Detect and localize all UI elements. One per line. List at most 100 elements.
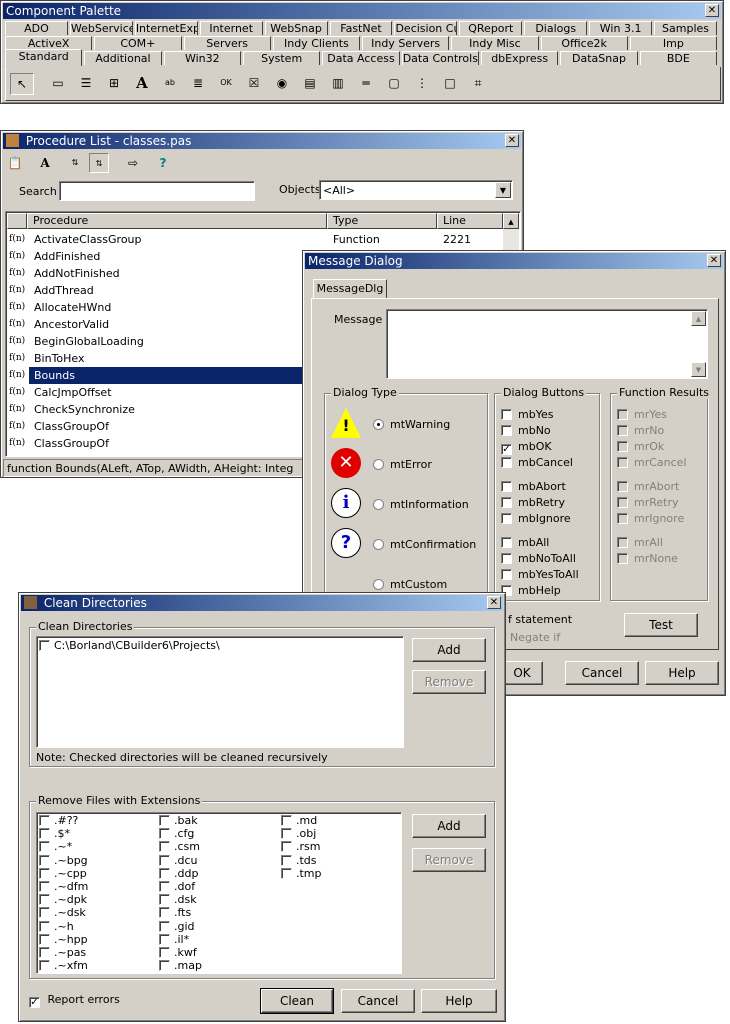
tab-samples[interactable]: Samples bbox=[654, 21, 717, 35]
help-button[interactable]: Help bbox=[421, 989, 497, 1013]
checkbox[interactable] bbox=[501, 409, 512, 420]
tab-additional[interactable]: Additional bbox=[84, 51, 162, 65]
tab-standard[interactable]: Standard bbox=[5, 49, 83, 66]
edit-icon[interactable]: ab bbox=[160, 73, 180, 93]
tab-webservices[interactable]: WebServices bbox=[69, 21, 133, 35]
list-item[interactable]: .$* bbox=[39, 828, 70, 841]
list-item[interactable]: .bak bbox=[159, 815, 198, 828]
checkbox[interactable] bbox=[39, 894, 50, 906]
checkbox[interactable] bbox=[159, 854, 170, 866]
tab-fastnet[interactable]: FastNet bbox=[329, 21, 393, 35]
memo-icon[interactable]: ≣ bbox=[188, 73, 208, 93]
radio-button[interactable] bbox=[373, 499, 384, 510]
checkbox[interactable] bbox=[39, 947, 50, 958]
add-directory-button[interactable]: Add bbox=[412, 638, 486, 662]
tab-data-access[interactable]: Data Access bbox=[322, 51, 400, 65]
list-item[interactable]: .map bbox=[159, 960, 202, 973]
tab-activex[interactable]: ActiveX bbox=[5, 36, 93, 50]
scroll-down-icon[interactable]: ▼ bbox=[691, 362, 706, 377]
list-item[interactable]: .md bbox=[281, 815, 317, 828]
scrollbar-icon[interactable]: ═ bbox=[356, 73, 376, 93]
sort-line-icon[interactable]: ⇅ bbox=[89, 153, 109, 173]
close-icon[interactable]: ✕ bbox=[505, 134, 519, 147]
checkbox[interactable] bbox=[501, 569, 512, 580]
list-item[interactable]: .~* bbox=[39, 841, 72, 854]
list-item[interactable]: .~cpp bbox=[39, 867, 87, 881]
close-icon[interactable]: ✕ bbox=[707, 254, 721, 267]
list-item[interactable]: .~dpk bbox=[39, 894, 87, 907]
checkbox[interactable] bbox=[501, 481, 512, 492]
checkbox[interactable] bbox=[159, 947, 170, 958]
checkbox[interactable] bbox=[159, 894, 170, 906]
checkbox[interactable] bbox=[159, 933, 170, 945]
checkbox[interactable] bbox=[39, 854, 50, 866]
list-item[interactable]: .dof bbox=[159, 881, 195, 894]
list-item[interactable]: .tmp bbox=[281, 867, 322, 881]
list-item[interactable]: .kwf bbox=[159, 947, 197, 960]
checkbox[interactable] bbox=[39, 960, 50, 972]
checkbox[interactable] bbox=[281, 854, 292, 866]
list-item[interactable]: .tds bbox=[281, 854, 317, 868]
checkbox[interactable] bbox=[281, 867, 292, 879]
radio-button[interactable] bbox=[373, 459, 384, 470]
tab-com-[interactable]: COM+ bbox=[94, 36, 182, 50]
checkbox-mbok[interactable]: ✓ mbOK bbox=[501, 440, 552, 455]
cancel-button[interactable]: Cancel bbox=[565, 661, 639, 685]
checkbox[interactable] bbox=[159, 841, 170, 853]
radio-mtcustom[interactable]: mtCustom bbox=[373, 578, 447, 591]
column-header-line[interactable]: Line bbox=[437, 213, 503, 229]
test-button[interactable]: Test bbox=[624, 613, 698, 637]
list-item[interactable]: .~hpp bbox=[39, 933, 88, 947]
checkbox[interactable] bbox=[501, 497, 512, 508]
checkbox[interactable]: ✓ bbox=[501, 444, 512, 455]
pointer-icon[interactable]: ↖ bbox=[10, 73, 34, 95]
goto-icon[interactable]: ⇨ bbox=[123, 153, 143, 173]
column-header-procedure[interactable]: Procedure bbox=[27, 213, 327, 229]
radio-mtconfirmation[interactable]: mtConfirmation bbox=[373, 538, 476, 551]
clean-button[interactable]: Clean bbox=[260, 988, 334, 1014]
radiogroup-icon[interactable]: ⋮ bbox=[412, 73, 432, 93]
copy-icon[interactable]: 📋 bbox=[5, 153, 25, 173]
help-icon[interactable]: ? bbox=[153, 153, 173, 173]
checkbox-mbnotoall[interactable]: mbNoToAll bbox=[501, 552, 576, 565]
list-item[interactable]: .~bpg bbox=[39, 854, 88, 868]
action-list-icon[interactable]: ⌗ bbox=[468, 73, 488, 93]
list-item[interactable]: .~pas bbox=[39, 947, 86, 960]
tab-indy-clients[interactable]: Indy Clients bbox=[272, 36, 360, 50]
remove-directory-button[interactable]: Remove bbox=[412, 670, 486, 694]
checkbox[interactable] bbox=[39, 933, 50, 945]
main-menu-icon[interactable]: ☰ bbox=[76, 73, 96, 93]
tab-system[interactable]: System bbox=[243, 51, 321, 65]
checkbox-mbyestoall[interactable]: mbYesToAll bbox=[501, 568, 579, 581]
table-row[interactable]: f(n) ActivateClassGroup Function 2221 bbox=[7, 231, 503, 248]
radio-mtinformation[interactable]: mtInformation bbox=[373, 498, 469, 511]
radio-mterror[interactable]: mtError bbox=[373, 458, 432, 471]
checkbox[interactable] bbox=[501, 553, 512, 564]
tab-bde[interactable]: BDE bbox=[639, 51, 717, 65]
checkbox-mbhelp[interactable]: mbHelp bbox=[501, 584, 561, 597]
tab-data-controls[interactable]: Data Controls bbox=[401, 51, 479, 65]
checkbox[interactable] bbox=[159, 881, 170, 892]
list-item[interactable]: .obj bbox=[281, 828, 316, 841]
tab-office2k[interactable]: Office2k bbox=[540, 36, 628, 50]
panel-icon[interactable]: □ bbox=[440, 73, 460, 93]
checkbox-mbretry[interactable]: mbRetry bbox=[501, 496, 565, 509]
popup-menu-icon[interactable]: ⊞ bbox=[104, 73, 124, 93]
list-item[interactable]: .cfg bbox=[159, 828, 194, 841]
list-item[interactable]: .csm bbox=[159, 841, 200, 854]
frames-icon[interactable]: ▭ bbox=[48, 73, 68, 93]
list-item[interactable]: .~h bbox=[39, 920, 74, 934]
radio-button[interactable] bbox=[373, 579, 384, 590]
tab-imp[interactable]: Imp bbox=[629, 36, 717, 50]
scroll-up-icon[interactable]: ▲ bbox=[691, 311, 706, 326]
remove-extension-button[interactable]: Remove bbox=[412, 848, 486, 872]
objects-select[interactable]: <All> ▼ bbox=[319, 180, 513, 200]
tab-internetexpress[interactable]: InternetExpress bbox=[134, 21, 198, 35]
tab-indy-servers[interactable]: Indy Servers bbox=[362, 36, 450, 50]
sort-alpha-icon[interactable]: ⇅ bbox=[65, 153, 85, 173]
label-icon[interactable]: A bbox=[132, 73, 152, 93]
checkbox-icon[interactable]: ☒ bbox=[244, 73, 264, 93]
close-icon[interactable]: ✕ bbox=[487, 596, 501, 609]
help-button[interactable]: Help bbox=[645, 661, 719, 685]
list-item[interactable]: C:\Borland\CBuilder6\Projects\ bbox=[39, 639, 220, 655]
